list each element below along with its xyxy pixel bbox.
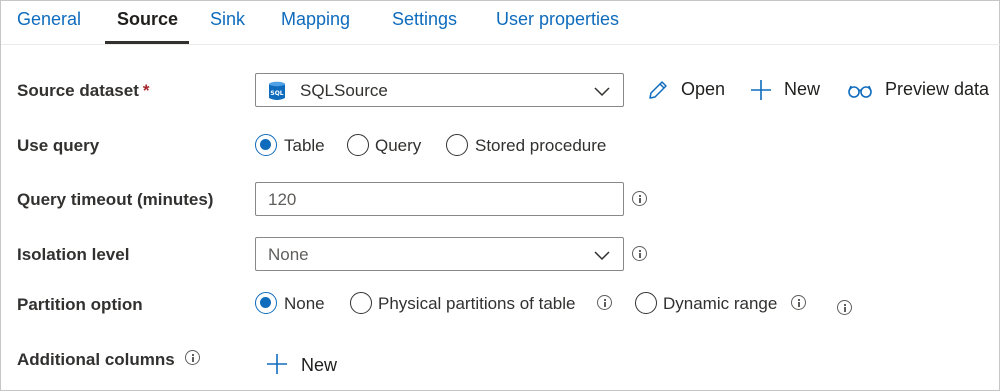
source-dataset-label: Source dataset * (17, 81, 150, 101)
radio-table[interactable] (255, 134, 277, 156)
plus-icon[interactable] (266, 353, 288, 375)
chevron-down-icon (594, 251, 610, 261)
radio-dynamic-range-label: Dynamic range (663, 294, 778, 313)
isolation-level-value: None (268, 245, 309, 264)
radio-physical-partitions[interactable] (350, 292, 372, 314)
tab-source[interactable]: Source (117, 9, 178, 30)
tab-mapping[interactable]: Mapping (281, 9, 350, 30)
info-icon[interactable] (791, 295, 806, 310)
open-button[interactable]: Open (681, 79, 725, 100)
use-query-label: Use query (17, 136, 100, 155)
query-timeout-input[interactable]: 120 (255, 182, 624, 216)
radio-partition-none[interactable] (255, 292, 277, 314)
tab-general[interactable]: General (17, 9, 81, 30)
tab-user-properties[interactable]: User properties (496, 9, 619, 30)
radio-partition-none-label: None (284, 294, 325, 313)
query-timeout-value: 120 (268, 190, 297, 209)
tab-sink[interactable]: Sink (210, 9, 245, 30)
plus-icon[interactable] (750, 79, 772, 101)
radio-dynamic-range[interactable] (635, 292, 657, 314)
source-dataset-value: SQLSource (300, 81, 388, 100)
partition-option-label: Partition option (17, 295, 143, 314)
info-icon[interactable] (597, 295, 612, 310)
radio-table-label: Table (284, 136, 325, 155)
pencil-icon[interactable] (647, 79, 669, 101)
query-timeout-label: Query timeout (minutes) (17, 190, 214, 209)
radio-stored-procedure[interactable] (446, 134, 468, 156)
isolation-level-dropdown[interactable]: None (255, 237, 624, 271)
info-icon[interactable] (632, 246, 647, 261)
tab-settings[interactable]: Settings (392, 9, 457, 30)
new-dataset-button[interactable]: New (784, 79, 820, 100)
radio-physical-partitions-label: Physical partitions of table (378, 294, 576, 313)
source-dataset-dropdown[interactable]: SQL SQLSource (255, 73, 624, 107)
radio-stored-procedure-label: Stored procedure (475, 136, 607, 155)
radio-query-label: Query (375, 136, 422, 155)
tab-bar: General Source Sink Mapping Settings Use… (1, 1, 1000, 45)
radio-query[interactable] (347, 134, 369, 156)
additional-columns-label-text: Additional columns (17, 350, 175, 369)
source-dataset-label-text: Source dataset (17, 81, 139, 100)
info-icon[interactable] (185, 350, 200, 365)
sql-database-icon: SQL (269, 81, 285, 100)
active-tab-indicator (105, 41, 189, 44)
info-icon[interactable] (837, 300, 852, 315)
glasses-icon[interactable] (847, 79, 873, 101)
preview-data-button[interactable]: Preview data (885, 79, 989, 100)
isolation-level-label: Isolation level (17, 245, 130, 264)
chevron-down-icon (594, 87, 610, 97)
info-icon[interactable] (632, 191, 647, 206)
required-marker: * (142, 81, 150, 100)
add-column-new-button[interactable]: New (301, 355, 337, 376)
additional-columns-label: Additional columns (17, 350, 175, 370)
svg-text:SQL: SQL (270, 90, 283, 97)
source-settings-panel: General Source Sink Mapping Settings Use… (0, 0, 1000, 391)
